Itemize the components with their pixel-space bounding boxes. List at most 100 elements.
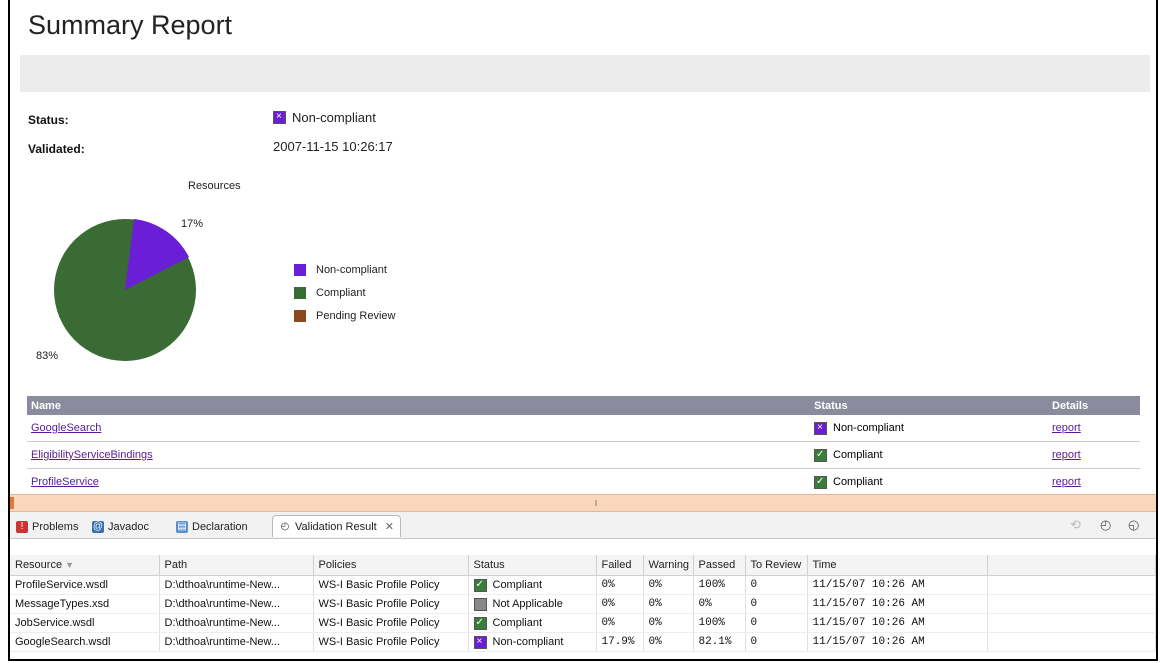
validation-icon: ◴ bbox=[280, 520, 290, 532]
legend-label: Compliant bbox=[316, 286, 366, 299]
javadoc-icon: @ bbox=[92, 520, 104, 533]
cell-failed: 0% bbox=[596, 594, 644, 614]
table-header-row: Name Status Details bbox=[27, 396, 1140, 415]
status-text: Compliant bbox=[833, 476, 883, 488]
col-details: Details bbox=[1048, 396, 1140, 415]
compliant-icon bbox=[473, 578, 487, 592]
tab-label: Problems bbox=[32, 520, 79, 533]
table-row: EligibilityServiceBindings Compliant rep… bbox=[27, 441, 1140, 469]
cell-path: D:\dthoa\runtime-New... bbox=[159, 575, 314, 595]
col-passed[interactable]: Passed bbox=[693, 555, 746, 576]
not-applicable-icon bbox=[473, 597, 487, 611]
cell-to-review: 0 bbox=[745, 632, 808, 652]
col-path[interactable]: Path bbox=[159, 555, 314, 576]
status-text: Non-compliant bbox=[833, 422, 904, 434]
cell-policies: WS-I Basic Profile Policy bbox=[313, 575, 469, 595]
noncompliant-icon bbox=[473, 635, 487, 649]
cell-status: Not Applicable bbox=[468, 594, 597, 614]
view-splitter[interactable] bbox=[10, 494, 1156, 512]
cell-passed: 82.1% bbox=[693, 632, 746, 652]
chart-title: Resources bbox=[188, 180, 241, 192]
cell-status: Compliant bbox=[468, 575, 597, 595]
problems-icon: ! bbox=[16, 520, 28, 533]
cell-passed: 0% bbox=[693, 594, 746, 614]
report-link[interactable]: report bbox=[1052, 449, 1081, 461]
table-row[interactable]: GoogleSearch.wsdl D:\dthoa\runtime-New..… bbox=[10, 632, 1156, 652]
header-band bbox=[20, 55, 1150, 92]
noncompliant-icon bbox=[273, 111, 286, 124]
cell-warning: 0% bbox=[643, 594, 694, 614]
declaration-icon: ▤ bbox=[176, 520, 188, 533]
legend-swatch bbox=[294, 286, 306, 299]
table-row: GoogleSearch Non-compliant report bbox=[27, 415, 1140, 442]
legend-label: Non-compliant bbox=[316, 263, 387, 276]
validation-results-grid: Resource ▼ Path Policies Status Failed W… bbox=[10, 555, 1156, 652]
col-status: Status bbox=[810, 396, 1048, 415]
cell-to-review: 0 bbox=[745, 613, 808, 633]
tab-declaration[interactable]: ▤ Declaration bbox=[170, 516, 254, 537]
status-value: Non-compliant bbox=[273, 110, 376, 125]
chart-legend: Non-compliant Compliant Pending Review bbox=[294, 258, 396, 327]
cell-policies: WS-I Basic Profile Policy bbox=[313, 594, 469, 614]
cell-to-review: 0 bbox=[745, 575, 808, 595]
cell-resource: MessageTypes.xsd bbox=[10, 594, 160, 614]
cell-resource: GoogleSearch.wsdl bbox=[10, 632, 160, 652]
table-row: ProfileService Compliant report bbox=[27, 468, 1140, 494]
report-link[interactable]: report bbox=[1052, 422, 1081, 434]
validated-value: 2007-11-15 10:26:17 bbox=[273, 139, 393, 154]
resources-table: Name Status Details GoogleSearch Non-com… bbox=[27, 396, 1140, 494]
cell-path: D:\dthoa\runtime-New... bbox=[159, 613, 314, 633]
status-label: Status: bbox=[28, 113, 69, 127]
cell-status: Non-compliant bbox=[468, 632, 597, 652]
table-row[interactable]: ProfileService.wsdl D:\dthoa\runtime-New… bbox=[10, 575, 1156, 595]
compliant-icon bbox=[814, 448, 827, 462]
splitter-handle[interactable] bbox=[595, 500, 597, 506]
cell-path: D:\dthoa\runtime-New... bbox=[159, 632, 314, 652]
col-time[interactable]: Time bbox=[807, 555, 988, 576]
noncompliant-icon bbox=[814, 421, 827, 435]
close-icon[interactable]: ✕ bbox=[385, 520, 394, 533]
report-link[interactable]: report bbox=[1052, 476, 1081, 488]
col-status[interactable]: Status bbox=[468, 555, 597, 576]
tab-problems[interactable]: ! Problems bbox=[10, 516, 84, 537]
cell-warning: 0% bbox=[643, 575, 694, 595]
summary-report-view: Summary Report Status: Non-compliant Val… bbox=[10, 0, 1156, 494]
app-window: Summary Report Status: Non-compliant Val… bbox=[8, 0, 1158, 661]
cell-failed: 0% bbox=[596, 613, 644, 633]
export-icon[interactable]: ◴ bbox=[1100, 517, 1111, 533]
compliant-icon bbox=[473, 616, 487, 630]
refresh-icon[interactable]: ⟲ bbox=[1070, 517, 1081, 533]
splitter-marker bbox=[10, 497, 14, 509]
resource-link[interactable]: EligibilityServiceBindings bbox=[31, 449, 153, 461]
menu-icon[interactable]: ◵ bbox=[1128, 517, 1139, 533]
cell-warning: 0% bbox=[643, 613, 694, 633]
col-warning[interactable]: Warning bbox=[643, 555, 694, 576]
tab-label: Javadoc bbox=[108, 520, 149, 533]
tab-javadoc[interactable]: @ Javadoc bbox=[86, 516, 155, 537]
resource-link[interactable]: ProfileService bbox=[31, 476, 99, 488]
legend-swatch bbox=[294, 309, 306, 322]
cell-time: 11/15/07 10:26 AM bbox=[807, 613, 988, 633]
cell-policies: WS-I Basic Profile Policy bbox=[313, 613, 469, 633]
tab-validation-result[interactable]: ◴ Validation Result ✕ bbox=[272, 515, 401, 537]
cell-passed: 100% bbox=[693, 613, 746, 633]
col-resource[interactable]: Resource ▼ bbox=[10, 555, 160, 576]
legend-swatch bbox=[294, 263, 306, 276]
cell-time: 11/15/07 10:26 AM bbox=[807, 594, 988, 614]
resource-link[interactable]: GoogleSearch bbox=[31, 422, 101, 434]
legend-item-pending: Pending Review bbox=[294, 304, 396, 327]
cell-to-review: 0 bbox=[745, 594, 808, 614]
cell-failed: 0% bbox=[596, 575, 644, 595]
compliant-icon bbox=[814, 475, 827, 489]
col-failed[interactable]: Failed bbox=[596, 555, 644, 576]
page-title: Summary Report bbox=[28, 10, 233, 40]
col-to-review[interactable]: To Review bbox=[745, 555, 808, 576]
table-row[interactable]: MessageTypes.xsd D:\dthoa\runtime-New...… bbox=[10, 594, 1156, 614]
grid-header-row: Resource ▼ Path Policies Status Failed W… bbox=[10, 555, 1156, 576]
cell-failed: 17.9% bbox=[596, 632, 644, 652]
validated-label: Validated: bbox=[28, 142, 85, 156]
table-row[interactable]: JobService.wsdl D:\dthoa\runtime-New... … bbox=[10, 613, 1156, 633]
cell-warning: 0% bbox=[643, 632, 694, 652]
col-name: Name bbox=[27, 396, 810, 415]
col-policies[interactable]: Policies bbox=[313, 555, 469, 576]
